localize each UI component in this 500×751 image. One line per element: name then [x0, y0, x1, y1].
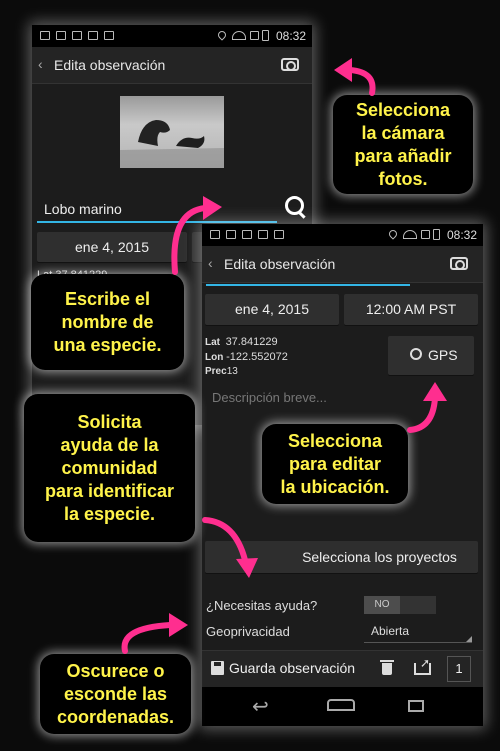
arrow-to-projects [202, 517, 248, 563]
arrowhead-projects [236, 558, 258, 578]
arrow-to-species [171, 205, 208, 275]
arrow-to-gps [407, 395, 438, 433]
arrow-to-geoprivacy [121, 622, 173, 654]
arrow-to-camera [347, 67, 376, 96]
arrow-overlay [121, 58, 447, 654]
arrowhead-gps [423, 382, 447, 401]
arrowhead-geoprivacy [169, 613, 188, 637]
arrowhead-camera [334, 58, 352, 82]
arrowhead-species [203, 196, 222, 220]
